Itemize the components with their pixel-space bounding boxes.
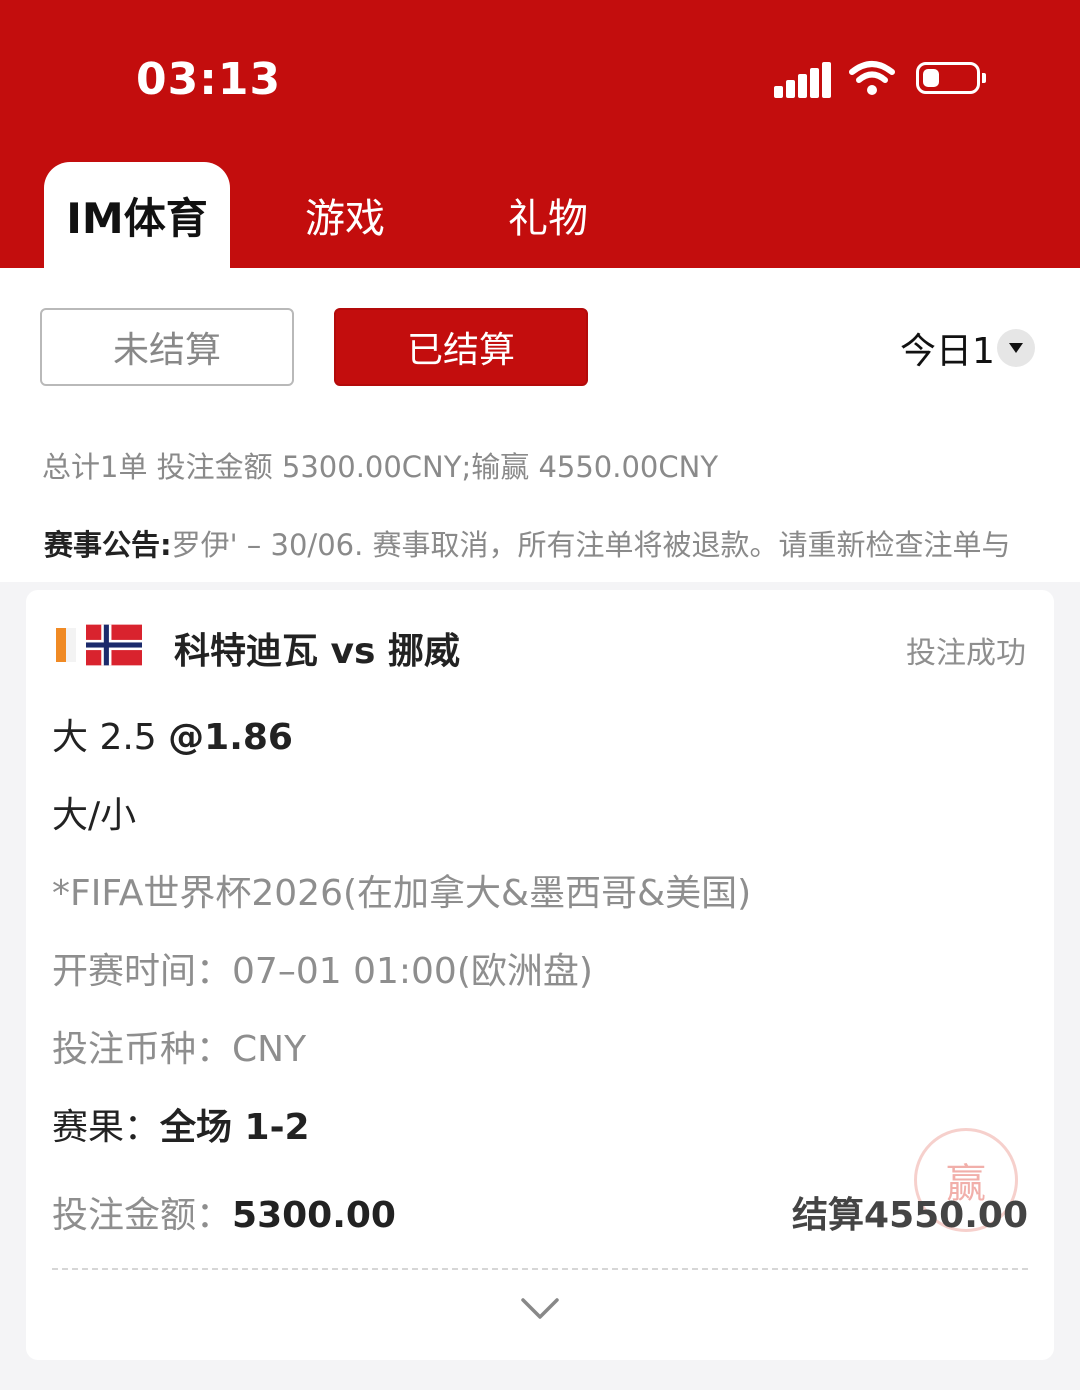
kickoff-value: 07–01 01:00(欧洲盘) — [232, 951, 593, 992]
stake-value: 5300.00 — [232, 1195, 396, 1236]
chevron-down-icon[interactable] — [520, 1296, 560, 1322]
bet-market: 大/小 — [52, 795, 137, 836]
bet-summary: 总计1单 投注金额 5300.00CNY;输赢 4550.00CNY — [42, 450, 719, 484]
stake-row: 投注金额：5300.00 — [52, 1186, 396, 1238]
bet-odds: @1.86 — [168, 717, 293, 758]
bet-card: 科特迪瓦 vs 挪威 投注成功 大 2.5 @1.86 大/小 *FIFA世界杯… — [26, 590, 1054, 1360]
bet-selection-row: 大 2.5 @1.86 — [52, 708, 293, 760]
result-row: 赛果：全场 1-2 — [52, 1098, 310, 1150]
bet-selection: 大 2.5 — [52, 717, 157, 758]
kickoff-row: 开赛时间：07–01 01:00(欧洲盘) — [52, 942, 593, 994]
currency-row: 投注币种：CNY — [52, 1020, 306, 1072]
result-value: 全场 1-2 — [160, 1107, 310, 1148]
notice-text: 罗伊' – 30/06. 赛事取消，所有注单将被退款。请重新检查注单与 — [171, 528, 1011, 562]
norway-flag-icon — [86, 624, 142, 666]
ivory-coast-flag-icon — [56, 628, 76, 662]
match-title: 科特迪瓦 vs 挪威 — [174, 631, 460, 672]
wifi-icon — [849, 61, 895, 95]
result-label: 赛果： — [52, 1107, 161, 1148]
settlement-row: 结算4550.00 — [792, 1186, 1028, 1238]
event-notice: 赛事公告:罗伊' – 30/06. 赛事取消，所有注单将被退款。请重新检查注单与 — [44, 522, 1080, 564]
date-range-label: 今日1 — [900, 331, 995, 372]
currency-value: CNY — [232, 1029, 307, 1070]
tab-im-sports[interactable]: IM体育 — [44, 162, 230, 268]
unsettled-button[interactable]: 未结算 — [40, 308, 294, 386]
settlement-value: 4550.00 — [864, 1195, 1028, 1236]
kickoff-label: 开赛时间： — [52, 951, 233, 992]
currency-label: 投注币种： — [52, 1029, 233, 1070]
filter-panel: 未结算 已结算 今日1 总计1单 投注金额 5300.00CNY;输赢 4550… — [0, 268, 1080, 582]
divider — [52, 1268, 1028, 1270]
tab-gifts[interactable]: 礼物 — [490, 162, 606, 268]
settlement-label: 结算 — [792, 1195, 865, 1236]
date-range-select[interactable]: 今日1 — [900, 326, 1035, 372]
stake-label: 投注金额： — [52, 1195, 233, 1236]
caret-down-icon — [996, 329, 1035, 367]
notice-label: 赛事公告: — [44, 528, 172, 562]
tab-games[interactable]: 游戏 — [290, 162, 400, 268]
league-name: *FIFA世界杯2026(在加拿大&墨西哥&美国) — [52, 873, 752, 914]
bet-status: 投注成功 — [906, 636, 1026, 671]
status-time: 03:13 — [136, 54, 282, 105]
app-header: 03:13 IM体育 游戏 礼物 — [0, 0, 1080, 268]
battery-icon — [916, 62, 986, 94]
settled-button[interactable]: 已结算 — [334, 308, 588, 386]
cellular-signal-icon — [774, 62, 831, 98]
